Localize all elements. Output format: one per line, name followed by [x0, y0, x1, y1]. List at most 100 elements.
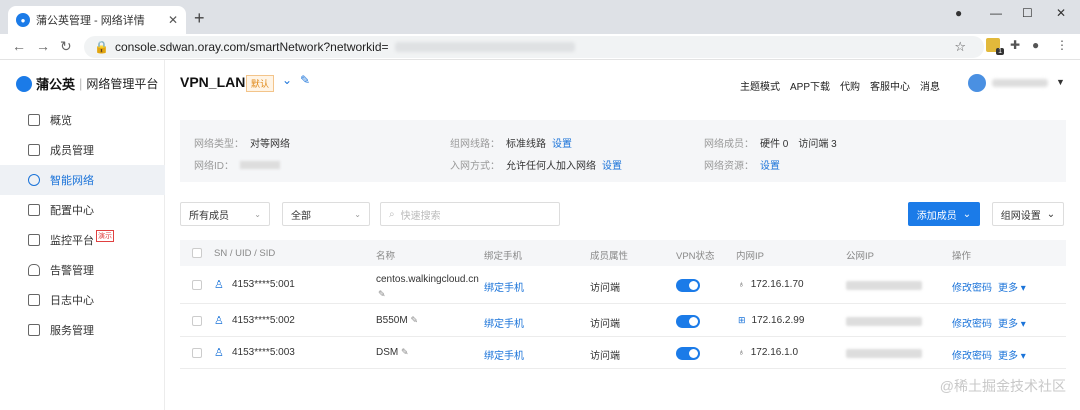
maximize-icon[interactable]: ☐: [1022, 6, 1033, 20]
sidebar-item-members[interactable]: 成员管理: [0, 135, 165, 165]
default-badge: 默认: [246, 75, 275, 92]
linux-icon: ♁: [738, 279, 745, 289]
page-title: VPN_LAN: [180, 74, 246, 90]
chevron-down-icon: ⌄: [354, 209, 361, 219]
sidebar-item-smart-network[interactable]: 智能网络: [0, 165, 165, 195]
sidebar-item-logs[interactable]: 日志中心: [0, 285, 165, 315]
bell-icon: [28, 264, 40, 276]
info-resources: 网络资源： 设置: [704, 157, 780, 172]
sidebar-item-alerts[interactable]: 告警管理: [0, 255, 165, 285]
type-filter-select[interactable]: 全部 ⌄: [282, 202, 370, 226]
row-checkbox[interactable]: [192, 348, 202, 358]
minimize-icon[interactable]: —: [990, 6, 1002, 20]
row-private-ip: ♁ 172.16.1.70: [738, 279, 804, 290]
member-filter-select[interactable]: 所有成员 ⌄: [180, 202, 270, 226]
public-ip-redacted: [846, 349, 922, 358]
menu-icon[interactable]: ⋮: [1056, 38, 1068, 52]
forward-icon[interactable]: →: [36, 38, 50, 54]
info-members: 网络成员： 硬件 0 访问端 3: [704, 139, 837, 150]
more-menu[interactable]: 更多 ▾: [998, 315, 1026, 330]
account-icon[interactable]: ●: [1032, 38, 1039, 52]
col-actions: 操作: [952, 251, 972, 262]
add-member-button[interactable]: 添加成员 ⌄: [908, 202, 980, 226]
vpn-toggle[interactable]: [676, 279, 700, 292]
nav-theme[interactable]: 主题模式: [740, 78, 780, 93]
grid-icon: [28, 204, 40, 216]
vpn-toggle[interactable]: [676, 347, 700, 360]
url-text: console.sdwan.oray.com/smartNetwork?netw…: [114, 40, 389, 54]
info-line: 组网线路： 标准线路 设置: [450, 135, 572, 150]
sidebar-item-label: 配置中心: [50, 205, 94, 217]
search-input[interactable]: ⌕ 快速搜索: [380, 202, 560, 226]
chevron-down-icon: ⌄: [1046, 208, 1056, 220]
row-name: centos.walkingcloud.cn: [376, 274, 479, 285]
edit-pencil-icon[interactable]: ✎: [300, 73, 310, 87]
col-name: 名称: [376, 251, 396, 262]
more-menu[interactable]: 更多 ▾: [998, 279, 1026, 294]
nav-support[interactable]: 客服中心: [870, 78, 910, 93]
row-attr: 访问端: [590, 319, 620, 330]
col-phone: 绑定手机: [484, 251, 523, 262]
row-name: DSM ✎: [376, 347, 409, 358]
line-settings-link[interactable]: 设置: [552, 135, 572, 150]
sidebar-item-label: 服务管理: [50, 325, 94, 337]
change-password-link[interactable]: 修改密码: [952, 315, 992, 330]
col-private-ip: 内网IP: [736, 251, 764, 262]
user-icon: ♙: [214, 279, 224, 291]
change-password-link[interactable]: 修改密码: [952, 347, 992, 362]
demo-badge: 演示: [96, 230, 114, 242]
reload-icon[interactable]: ↻: [60, 38, 72, 55]
window-close-icon[interactable]: ✕: [1056, 6, 1066, 20]
table-row: ♙ 4153****5:001 centos.walkingcloud.cn ✎…: [180, 268, 1066, 304]
sidebar-item-services[interactable]: 服务管理: [0, 315, 165, 345]
windows-icon: ⊞: [738, 315, 746, 325]
close-tab-icon[interactable]: ✕: [168, 13, 178, 27]
user-name-redacted[interactable]: [992, 79, 1048, 87]
nav-purchase[interactable]: 代购: [840, 78, 860, 93]
more-menu[interactable]: 更多 ▾: [998, 347, 1026, 362]
linux-icon: ♁: [738, 347, 745, 357]
brand-logo[interactable]: 蒲公英 | 网络管理平台: [16, 74, 158, 93]
service-icon: [28, 324, 40, 336]
bind-phone-link[interactable]: 绑定手机: [484, 279, 524, 294]
chevron-down-icon[interactable]: ⌄: [282, 73, 292, 87]
resource-settings-link[interactable]: 设置: [760, 157, 780, 172]
table-row: ♙ 4153****5:003 DSM ✎ 绑定手机 访问端 ♁ 172.16.1…: [180, 338, 1066, 369]
sidebar-item-monitor[interactable]: 监控平台 演示: [0, 225, 165, 255]
new-tab-button[interactable]: +: [194, 8, 205, 29]
edit-pencil-icon: ✎: [401, 347, 409, 357]
back-icon[interactable]: ←: [12, 38, 26, 54]
layers-icon: [28, 144, 40, 156]
bookmark-star-icon[interactable]: ☆: [954, 39, 966, 55]
logo-separator: |: [79, 76, 83, 91]
public-ip-redacted: [846, 317, 922, 326]
sidebar-item-label: 日志中心: [50, 295, 94, 307]
puzzle-extensions-icon[interactable]: ✚: [1010, 38, 1020, 52]
row-checkbox[interactable]: [192, 280, 202, 290]
sidebar-item-overview[interactable]: 概览: [0, 105, 165, 135]
nav-messages[interactable]: 消息: [920, 78, 940, 93]
tab-title: 蒲公英管理 - 网络详情: [36, 15, 145, 27]
row-name: B550M ✎: [376, 315, 419, 326]
select-all-checkbox[interactable]: [192, 248, 202, 258]
bind-phone-link[interactable]: 绑定手机: [484, 315, 524, 330]
edit-pencil-icon[interactable]: ✎: [378, 289, 386, 300]
join-settings-link[interactable]: 设置: [602, 157, 622, 172]
change-password-link[interactable]: 修改密码: [952, 279, 992, 294]
browser-tab[interactable]: ● 蒲公英管理 - 网络详情 ✕: [8, 6, 186, 34]
profile-dot-icon[interactable]: ●: [955, 6, 962, 20]
extension-icon[interactable]: 1: [986, 38, 1004, 55]
user-menu-caret-icon[interactable]: ▼: [1056, 77, 1065, 87]
main-content: VPN_LAN 默认 ⌄ ✎ 主题模式 APP下载 代购 客服中心 消息 ▼ 网…: [166, 60, 1080, 410]
row-checkbox[interactable]: [192, 316, 202, 326]
favicon-icon: ●: [16, 13, 30, 27]
nav-app-download[interactable]: APP下载: [790, 78, 830, 93]
avatar[interactable]: [968, 74, 986, 92]
bind-phone-link[interactable]: 绑定手机: [484, 347, 524, 362]
vpn-toggle[interactable]: [676, 315, 700, 328]
url-field[interactable]: 🔒 console.sdwan.oray.com/smartNetwork?ne…: [84, 36, 984, 58]
monitor-icon: [28, 234, 40, 246]
sidebar-item-config[interactable]: 配置中心: [0, 195, 165, 225]
network-settings-button[interactable]: 组网设置 ⌄: [992, 202, 1064, 226]
public-ip-redacted: [846, 281, 922, 290]
